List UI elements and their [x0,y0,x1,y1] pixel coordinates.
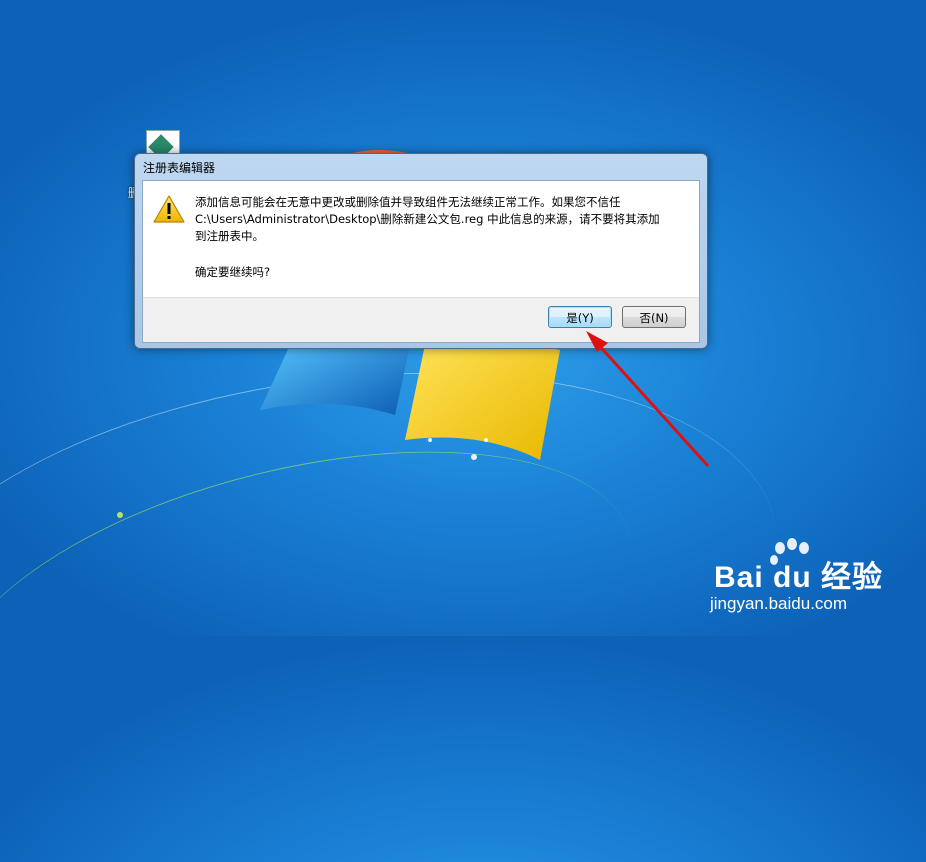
watermark-url: jingyan.baidu.com [710,594,848,613]
baidu-watermark: Bai du 经验 jingyan.baidu.com [710,538,910,618]
watermark-logo: Bai du 经验 [714,561,884,594]
